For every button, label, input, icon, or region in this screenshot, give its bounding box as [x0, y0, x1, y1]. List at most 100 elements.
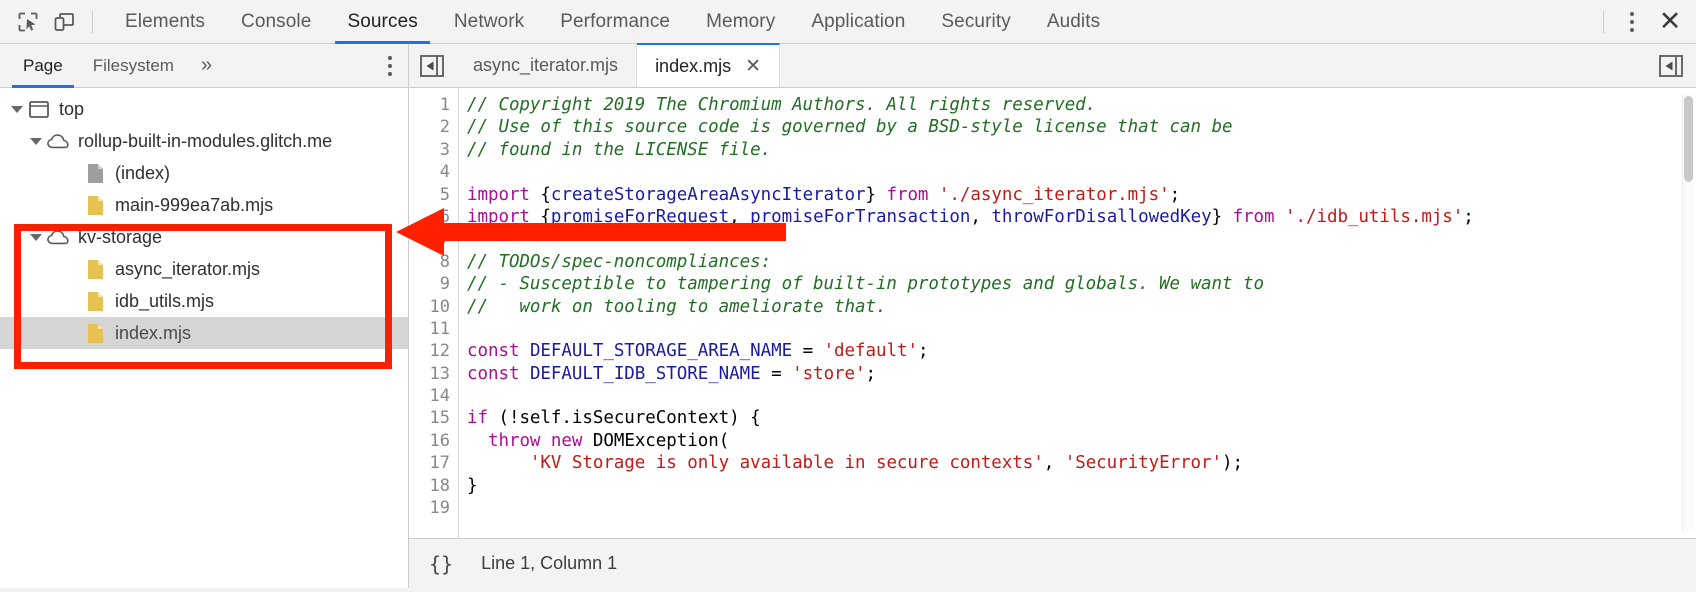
- document-yellow-icon: [84, 290, 106, 312]
- tree-item-async-iterator-mjs[interactable]: async_iterator.mjs: [0, 253, 408, 285]
- code-token: // Copyright 2019 The Chromium Authors. …: [467, 95, 1096, 115]
- editor-tab-bar: async_iterator.mjs index.mjs ✕: [409, 44, 1696, 88]
- code-token: =: [761, 364, 792, 384]
- tree-item-label: index.mjs: [115, 324, 191, 342]
- chevron-down-icon[interactable]: [10, 102, 24, 116]
- tab-label: Elements: [125, 11, 205, 33]
- line-number: 16: [409, 430, 458, 452]
- kebab-menu-icon[interactable]: [1614, 6, 1650, 38]
- file-tree: top rollup-built-in-modules.glitch.me: [0, 88, 408, 588]
- editor-tab-index-mjs[interactable]: index.mjs ✕: [637, 43, 780, 87]
- line-number: 19: [409, 497, 458, 519]
- cloud-icon: [47, 226, 69, 248]
- code-editor[interactable]: 1 2 3 4 5 6 7 8 9 10 11 12 13 14 15 16 1: [409, 88, 1696, 538]
- line-number: 7: [409, 228, 458, 250]
- line-number: 11: [409, 318, 458, 340]
- navigator-overflow-icon[interactable]: »: [189, 54, 222, 77]
- code-token: import: [467, 207, 530, 227]
- chevron-down-icon[interactable]: [29, 134, 43, 148]
- code-token: // Use of this source code is governed b…: [467, 117, 1232, 137]
- tree-item-main-mjs[interactable]: main-999ea7ab.mjs: [0, 189, 408, 221]
- tab-sources[interactable]: Sources: [329, 0, 435, 44]
- show-debugger-icon[interactable]: [1646, 44, 1696, 87]
- tree-item-index-mjs[interactable]: index.mjs: [0, 317, 408, 349]
- navigator-tab-label: Filesystem: [93, 56, 174, 76]
- document-yellow-icon: [84, 194, 106, 216]
- close-icon[interactable]: ✕: [1650, 6, 1690, 38]
- code-token: throw: [488, 431, 540, 451]
- line-number: 1: [409, 94, 458, 116]
- tab-memory[interactable]: Memory: [688, 0, 793, 44]
- code-token: // TODOs/spec-noncompliances:: [467, 252, 771, 272]
- code-token: DOMException(: [582, 431, 729, 451]
- line-number: 15: [409, 407, 458, 429]
- tab-performance[interactable]: Performance: [542, 0, 688, 44]
- navigator-tab-filesystem[interactable]: Filesystem: [78, 44, 189, 88]
- tab-security[interactable]: Security: [923, 0, 1028, 44]
- code-token: new: [551, 431, 582, 451]
- cloud-icon: [47, 130, 69, 152]
- tab-label: Network: [454, 11, 524, 33]
- code-token: [467, 453, 530, 473]
- code-token: from: [886, 185, 928, 205]
- tab-application[interactable]: Application: [793, 0, 923, 44]
- line-number: 13: [409, 363, 458, 385]
- tab-audits[interactable]: Audits: [1029, 0, 1118, 44]
- navigator-tab-page[interactable]: Page: [8, 44, 78, 88]
- code-token: // found in the LICENSE file.: [467, 140, 771, 160]
- tree-item-origin[interactable]: rollup-built-in-modules.glitch.me: [0, 125, 408, 157]
- navigator-toolbar: Page Filesystem »: [0, 44, 408, 88]
- code-token: [467, 431, 488, 451]
- pretty-print-icon[interactable]: {}: [423, 552, 459, 576]
- code-token: './idb_utils.mjs': [1285, 207, 1463, 227]
- code-token: createStorageAreaAsyncIterator: [551, 185, 866, 205]
- close-icon[interactable]: ✕: [745, 57, 761, 76]
- tab-console[interactable]: Console: [223, 0, 329, 44]
- code-token: ;: [1463, 207, 1474, 227]
- tab-label: Audits: [1047, 11, 1100, 33]
- chevron-down-icon[interactable]: [29, 230, 43, 244]
- tab-elements[interactable]: Elements: [107, 0, 223, 44]
- code-token: }: [865, 185, 886, 205]
- devtools-window: Elements Console Sources Network Perform…: [0, 0, 1696, 592]
- code-line: // Use of this source code is governed b…: [467, 116, 1696, 138]
- toolbar-right-actions: ✕: [1599, 6, 1690, 38]
- frame-icon: [28, 98, 50, 120]
- code-token: DEFAULT_IDB_STORE_NAME: [530, 364, 761, 384]
- device-toolbar-icon[interactable]: [46, 6, 82, 38]
- code-token: if: [467, 408, 488, 428]
- code-token: ;: [1170, 185, 1181, 205]
- code-token: const: [467, 364, 519, 384]
- scrollbar-thumb[interactable]: [1684, 96, 1693, 182]
- tab-label: Memory: [706, 11, 775, 33]
- code-token: 'store': [792, 364, 865, 384]
- code-token: [1275, 207, 1286, 227]
- navigator-kebab-menu-icon[interactable]: [378, 56, 408, 76]
- code-token: (!self.isSecureContext) {: [488, 408, 761, 428]
- code-line: }: [467, 475, 1696, 497]
- line-number: 12: [409, 340, 458, 362]
- navigator-tab-label: Page: [23, 56, 63, 76]
- devtools-main-toolbar: Elements Console Sources Network Perform…: [0, 0, 1696, 44]
- show-navigator-icon[interactable]: [409, 44, 455, 87]
- code-token: {: [530, 207, 551, 227]
- tree-item-idb-utils-mjs[interactable]: idb_utils.mjs: [0, 285, 408, 317]
- line-number: 5: [409, 184, 458, 206]
- code-line: throw new DOMException(: [467, 430, 1696, 452]
- tree-item-top[interactable]: top: [0, 93, 408, 125]
- editor-tab-async-iterator-mjs[interactable]: async_iterator.mjs: [455, 44, 637, 87]
- tree-item-label: main-999ea7ab.mjs: [115, 196, 273, 214]
- inspect-element-icon[interactable]: [10, 6, 46, 38]
- code-content[interactable]: // Copyright 2019 The Chromium Authors. …: [459, 88, 1696, 538]
- tree-item-kv-storage[interactable]: kv-storage: [0, 221, 408, 253]
- line-number: 3: [409, 139, 458, 161]
- tree-item-label: (index): [115, 164, 170, 182]
- tree-item-label: idb_utils.mjs: [115, 292, 214, 310]
- editor-vertical-scrollbar[interactable]: [1682, 94, 1694, 532]
- tree-item-label: kv-storage: [78, 228, 162, 246]
- code-token: ,: [970, 207, 991, 227]
- tab-network[interactable]: Network: [436, 0, 542, 44]
- tree-item-index-document[interactable]: (index): [0, 157, 408, 189]
- line-number: 6: [409, 206, 458, 228]
- line-number: 14: [409, 385, 458, 407]
